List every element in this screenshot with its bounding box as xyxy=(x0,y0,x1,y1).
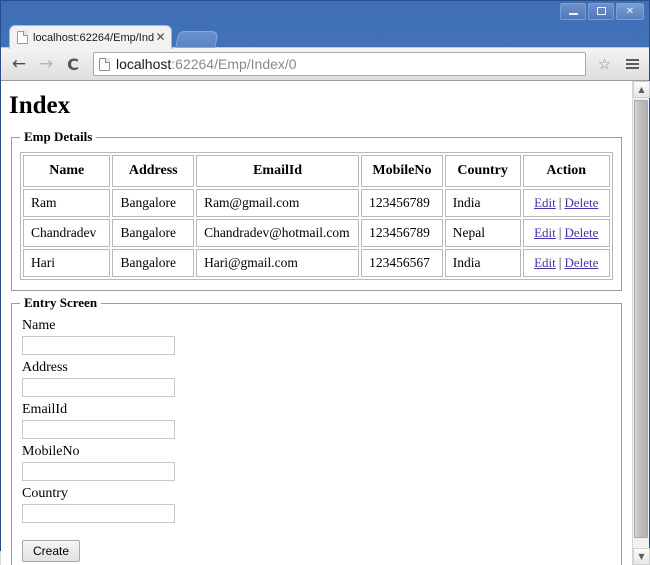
entry-screen-legend: Entry Screen xyxy=(24,295,98,310)
minimize-button[interactable] xyxy=(560,3,586,20)
delete-link[interactable]: Delete xyxy=(564,225,598,240)
emp-details-fieldset: Emp Details Name Address EmailId MobileN… xyxy=(11,129,622,291)
new-tab-button[interactable] xyxy=(175,31,219,48)
browser-toolbar: ← → C localhost:62264/Emp/Index/0 ☆ xyxy=(1,47,649,81)
address-bar[interactable]: localhost:62264/Emp/Index/0 xyxy=(93,52,586,76)
edit-link[interactable]: Edit xyxy=(534,225,556,240)
name-input[interactable] xyxy=(22,336,175,355)
emp-details-table: Name Address EmailId MobileNo Country Ac… xyxy=(20,152,613,280)
cell-mobile: 123456789 xyxy=(361,189,443,217)
page-favicon-icon xyxy=(17,31,28,44)
address-input[interactable] xyxy=(22,378,175,397)
window-controls: ✕ xyxy=(560,3,644,20)
title-bar: ✕ xyxy=(1,1,649,23)
delete-link[interactable]: Delete xyxy=(564,195,598,210)
page-info-icon xyxy=(99,57,110,71)
forward-icon: → xyxy=(38,54,54,74)
cell-action: Edit | Delete xyxy=(522,219,610,247)
delete-link[interactable]: Delete xyxy=(564,255,598,270)
page-content: Index Emp Details Name Address EmailId M… xyxy=(1,81,632,565)
back-icon[interactable]: ← xyxy=(8,53,30,75)
cell-name: Ram xyxy=(23,189,111,217)
create-button[interactable]: Create xyxy=(22,540,81,562)
browser-tab[interactable]: localhost:62264/Emp/Index/ ✕ xyxy=(9,25,172,49)
cell-country: Nepal xyxy=(444,219,521,247)
close-button[interactable]: ✕ xyxy=(616,3,644,20)
bookmark-star-icon[interactable]: ☆ xyxy=(594,54,615,75)
maximize-button[interactable] xyxy=(588,3,614,20)
table-row: Hari Bangalore Hari@gmail.com 123456567 … xyxy=(23,249,610,277)
edit-link[interactable]: Edit xyxy=(534,195,556,210)
column-header-action: Action xyxy=(522,155,610,187)
mobileno-input[interactable] xyxy=(22,462,175,481)
cell-action: Edit | Delete xyxy=(522,249,610,277)
tab-close-icon[interactable]: ✕ xyxy=(154,31,167,44)
minimize-icon xyxy=(568,12,578,15)
tab-title: localhost:62264/Emp/Index/ xyxy=(33,31,154,44)
page-title: Index xyxy=(9,92,71,119)
cell-action: Edit | Delete xyxy=(522,189,610,217)
page-viewport: Index Emp Details Name Address EmailId M… xyxy=(1,81,650,565)
table-header-row: Name Address EmailId MobileNo Country Ac… xyxy=(23,155,610,187)
emailid-input[interactable] xyxy=(22,420,175,439)
entry-screen-fieldset: Entry Screen Name Address EmailId Mobile… xyxy=(11,295,622,565)
label-address: Address xyxy=(22,360,68,375)
cell-country: India xyxy=(444,189,521,217)
hamburger-menu-icon[interactable] xyxy=(622,53,642,75)
column-header-emailid: EmailId xyxy=(196,155,360,187)
vertical-scrollbar[interactable]: ▲ ▼ xyxy=(632,81,650,565)
column-header-name: Name xyxy=(23,155,111,187)
cell-name: Chandradev xyxy=(23,219,111,247)
column-header-country: Country xyxy=(444,155,521,187)
label-mobileno: MobileNo xyxy=(22,444,80,459)
scroll-up-arrow-icon[interactable]: ▲ xyxy=(633,81,650,98)
cell-email: Ram@gmail.com xyxy=(196,189,360,217)
edit-link[interactable]: Edit xyxy=(534,255,556,270)
cell-address: Bangalore xyxy=(112,249,195,277)
cell-mobile: 123456789 xyxy=(361,219,443,247)
cell-email: Chandradev@hotmail.com xyxy=(196,219,360,247)
url-host: localhost xyxy=(116,56,172,72)
browser-window: ✕ localhost:62264/Emp/Index/ ✕ ← → C loc… xyxy=(0,0,650,565)
cell-mobile: 123456567 xyxy=(361,249,443,277)
tab-strip: localhost:62264/Emp/Index/ ✕ xyxy=(1,23,649,49)
label-name: Name xyxy=(22,318,56,333)
cell-email: Hari@gmail.com xyxy=(196,249,360,277)
label-country: Country xyxy=(22,486,68,501)
cell-address: Bangalore xyxy=(112,189,195,217)
reload-icon[interactable]: C xyxy=(62,53,84,75)
scrollbar-thumb[interactable] xyxy=(634,100,648,538)
table-row: Chandradev Bangalore Chandradev@hotmail.… xyxy=(23,219,610,247)
cell-country: India xyxy=(444,249,521,277)
emp-details-legend: Emp Details xyxy=(24,129,93,144)
table-row: Ram Bangalore Ram@gmail.com 123456789 In… xyxy=(23,189,610,217)
label-emailid: EmailId xyxy=(22,402,68,417)
url-path: :62264/Emp/Index/0 xyxy=(171,56,297,72)
maximize-icon xyxy=(596,7,606,15)
cell-name: Hari xyxy=(23,249,111,277)
country-input[interactable] xyxy=(22,504,175,523)
url-text: localhost:62264/Emp/Index/0 xyxy=(116,56,297,72)
column-header-address: Address xyxy=(112,155,195,187)
cell-address: Bangalore xyxy=(112,219,195,247)
column-header-mobileno: MobileNo xyxy=(361,155,443,187)
